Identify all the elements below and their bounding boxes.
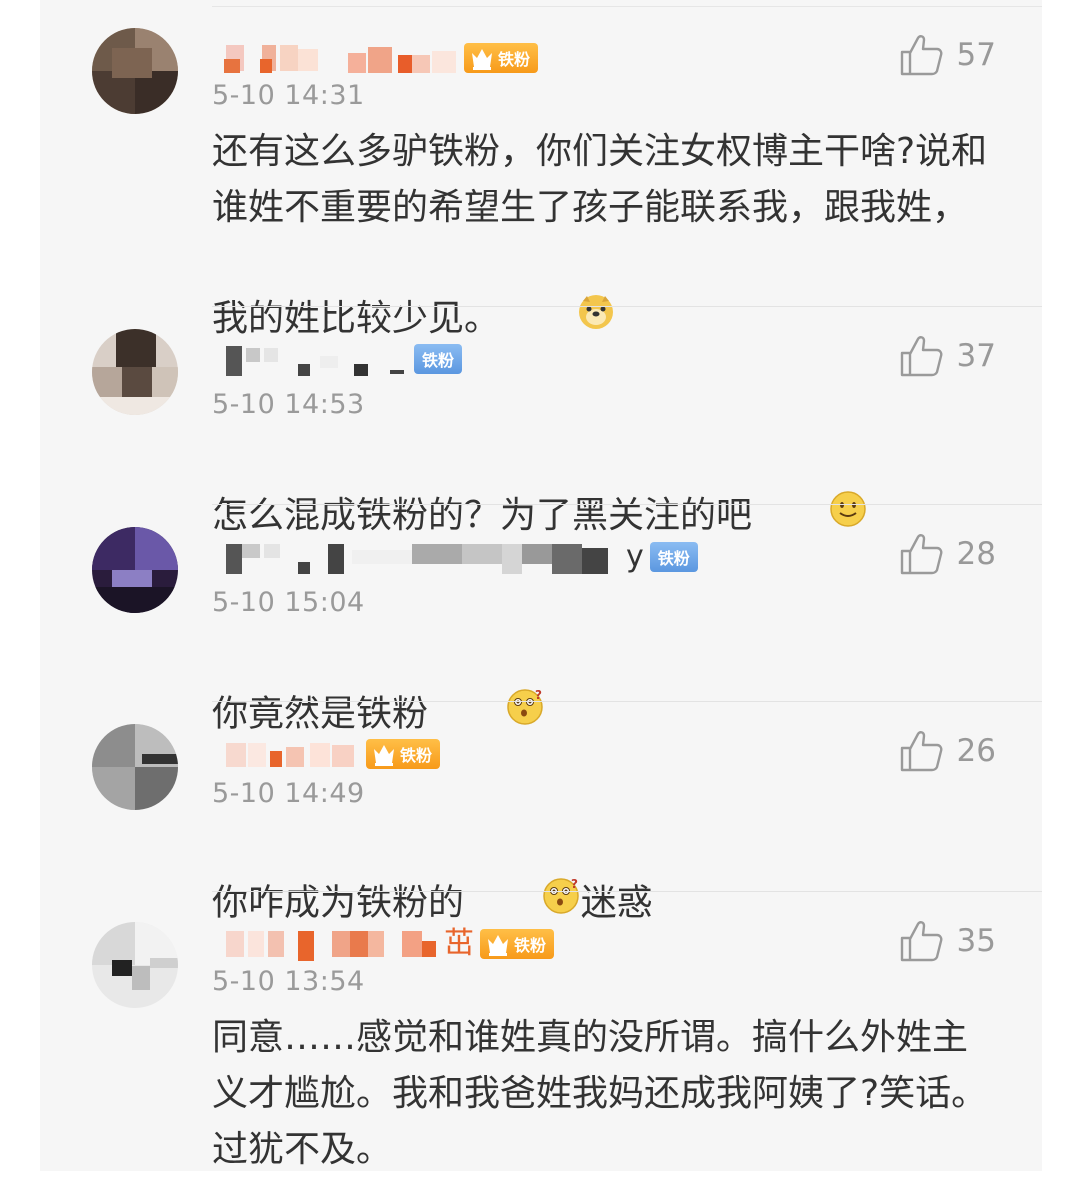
like-count: 37	[956, 338, 996, 374]
like-count: 57	[956, 37, 996, 73]
comment-item: 铁粉 5-10 14:53 37 怎么混成铁粉的？为了黑关注的吧	[40, 307, 1042, 536]
avatar[interactable]	[92, 329, 178, 415]
username-visible[interactable]: 茁	[444, 927, 474, 961]
username-row: 铁粉	[212, 337, 463, 381]
comment-item: 铁粉 5-10 14:31 57 还有这么多驴铁粉，你们关注女权博主干啥?说和谁…	[40, 0, 1042, 339]
username-blurred[interactable]	[212, 41, 458, 75]
like-button[interactable]: 57	[899, 34, 996, 76]
username-blurred[interactable]	[212, 540, 626, 574]
avatar[interactable]	[92, 724, 178, 810]
fan-badge[interactable]: 铁粉	[366, 739, 441, 769]
comment-item: y 铁粉 5-10 15:04 28 你竟然是铁粉 ?	[40, 505, 1042, 735]
avatar[interactable]	[92, 28, 178, 114]
username-row: 铁粉	[212, 732, 441, 776]
thumbs-up-icon	[900, 731, 942, 772]
like-button[interactable]: 37	[899, 335, 996, 377]
svg-text:?: ?	[571, 877, 578, 891]
username-visible[interactable]: y	[626, 540, 644, 574]
comment-time: 5-10 15:04	[212, 587, 365, 618]
thumbs-up-icon	[900, 921, 942, 962]
comment-time: 5-10 14:31	[212, 80, 365, 111]
fan-badge[interactable]: 铁粉	[649, 542, 698, 572]
username-blurred[interactable]	[212, 737, 360, 771]
like-button[interactable]: 28	[899, 533, 996, 575]
username-row: 铁粉	[212, 36, 539, 80]
thumbs-up-icon	[900, 534, 942, 575]
username-row: y 铁粉	[212, 535, 698, 579]
thumbs-up-icon	[900, 35, 942, 76]
fan-badge[interactable]: 铁粉	[480, 929, 555, 959]
username-row: 茁 铁粉	[212, 922, 555, 966]
comment-text: 同意……感觉和谁姓真的没所谓。搞什么外姓主义才尴尬。我和我爸姓我妈还成我阿姨了?…	[212, 1017, 988, 1170]
avatar[interactable]	[92, 922, 178, 1008]
like-count: 35	[956, 923, 996, 959]
fan-badge[interactable]: 铁粉	[464, 43, 539, 73]
thumbs-up-icon	[900, 336, 942, 377]
crown-icon	[372, 741, 396, 767]
comment-item: 茁 铁粉 5-10 13:54 35 同意……感觉和谁姓真的没所谓。搞什么外姓主…	[40, 892, 1042, 1171]
comment-time: 5-10 13:54	[212, 966, 365, 997]
comment-item: 铁粉 5-10 14:49 26 你咋成为铁粉的 ? 迷惑	[40, 702, 1042, 924]
comment-time: 5-10 14:49	[212, 778, 365, 809]
avatar[interactable]	[92, 527, 178, 613]
svg-text:?: ?	[535, 688, 542, 702]
like-count: 28	[956, 536, 996, 572]
like-count: 26	[956, 733, 996, 769]
like-button[interactable]: 35	[899, 920, 996, 962]
fan-badge[interactable]: 铁粉	[414, 344, 463, 374]
like-button[interactable]: 26	[899, 730, 996, 772]
username-blurred[interactable]	[212, 927, 444, 961]
comment-list: 铁粉 5-10 14:31 57 还有这么多驴铁粉，你们关注女权博主干啥?说和谁…	[40, 0, 1042, 1171]
comment-time: 5-10 14:53	[212, 389, 365, 420]
crown-icon	[470, 45, 494, 71]
username-blurred[interactable]	[212, 342, 408, 376]
crown-icon	[486, 931, 510, 957]
